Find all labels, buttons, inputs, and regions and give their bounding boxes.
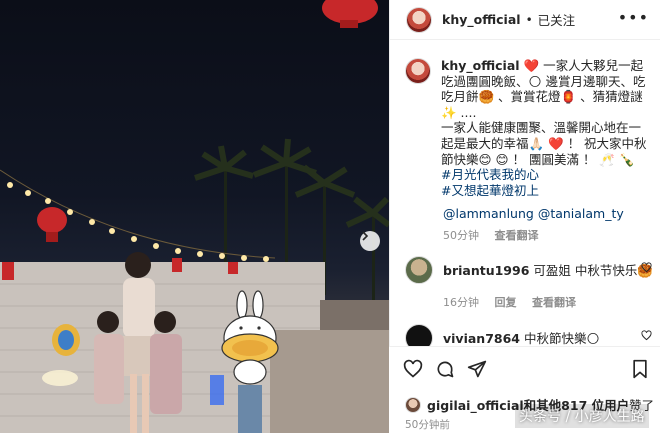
caption-see-translation[interactable]: 查看翻译 — [495, 229, 539, 242]
hashtag-2[interactable]: #又想起華燈初上 — [441, 183, 539, 198]
caption-heart: ❤️ — [523, 58, 540, 73]
comment-item: vivian7864 中秋節快樂🌕 — [405, 324, 660, 352]
photo-scene — [0, 0, 389, 433]
post-timestamp: 50分钟前 — [405, 419, 450, 431]
more-options-icon[interactable]: ••• — [618, 8, 649, 27]
hashtag-1[interactable]: #月光代表我的心 — [441, 167, 539, 182]
like-comment-heart-icon[interactable] — [641, 330, 652, 341]
liker-avatar[interactable] — [405, 396, 421, 413]
watermark: 头条号 / 小彦人生路 — [515, 404, 649, 428]
post-caption: khy_official ❤️ 一家人大夥兒一起吃過團圓晚飯、🌕 邊賞月邊聊天、… — [405, 58, 655, 198]
post-header: khy_official • 已关注 ••• — [390, 0, 660, 40]
comment-item: briantu1996 可盈姐 中秋节快乐🥮 16分钟 回复 查看翻译 — [405, 256, 660, 312]
caption-meta: 50分钟 查看翻译 — [443, 227, 624, 243]
mention-2[interactable]: @tanialam_ty — [538, 206, 624, 221]
author-avatar[interactable] — [406, 6, 432, 33]
caption-line-2: 一家人能健康團聚、溫馨開心地在一起是最大的幸福🙏🏻 ❤️ ！ 祝大家中秋節快樂😊… — [441, 120, 647, 167]
comment-text: briantu1996 可盈姐 中秋节快乐🥮 — [443, 260, 653, 279]
header-separator: • — [525, 12, 533, 27]
commenter-username[interactable]: briantu1996 — [443, 263, 529, 278]
chevron-right-icon — [362, 231, 369, 241]
reply-button[interactable]: 回复 — [495, 296, 517, 309]
bookmark-icon[interactable] — [631, 359, 649, 379]
comment-bubble-icon[interactable] — [435, 359, 455, 379]
author-username[interactable]: khy_official — [442, 12, 521, 27]
commenter-avatar[interactable] — [405, 256, 433, 284]
caption-text: khy_official ❤️ 一家人大夥兒一起吃過團圓晚飯、🌕 邊賞月邊聊天、… — [441, 58, 651, 198]
caption-username[interactable]: khy_official — [441, 58, 520, 73]
liker-username[interactable]: gigilai_official — [427, 398, 524, 413]
mention-1[interactable]: @lammanlung — [443, 206, 534, 221]
post-photo[interactable] — [0, 0, 389, 433]
caption-avatar[interactable] — [405, 58, 431, 84]
comment-body: 可盈姐 中秋节快乐🥮 — [533, 263, 653, 278]
lantern-decor — [2, 0, 378, 280]
next-photo-button[interactable] — [360, 231, 380, 251]
comment-time: 16分钟 — [443, 296, 479, 309]
caption-mentions: @lammanlung @tanialam_ty 50分钟 查看翻译 — [443, 206, 624, 243]
caption-time: 50分钟 — [443, 229, 479, 242]
share-paper-plane-icon[interactable] — [467, 359, 487, 379]
commenter-username[interactable]: vivian7864 — [443, 331, 520, 346]
like-comment-heart-icon[interactable] — [641, 262, 652, 273]
follow-status-button[interactable]: 已关注 — [538, 10, 576, 29]
comment-see-translation[interactable]: 查看翻译 — [532, 296, 576, 309]
comment-body: 中秋節快樂🌕 — [523, 331, 600, 346]
comment-text: vivian7864 中秋節快樂🌕 — [443, 328, 600, 347]
like-heart-icon[interactable] — [403, 359, 423, 379]
comment-meta: 16分钟 回复 查看翻译 — [443, 294, 588, 310]
